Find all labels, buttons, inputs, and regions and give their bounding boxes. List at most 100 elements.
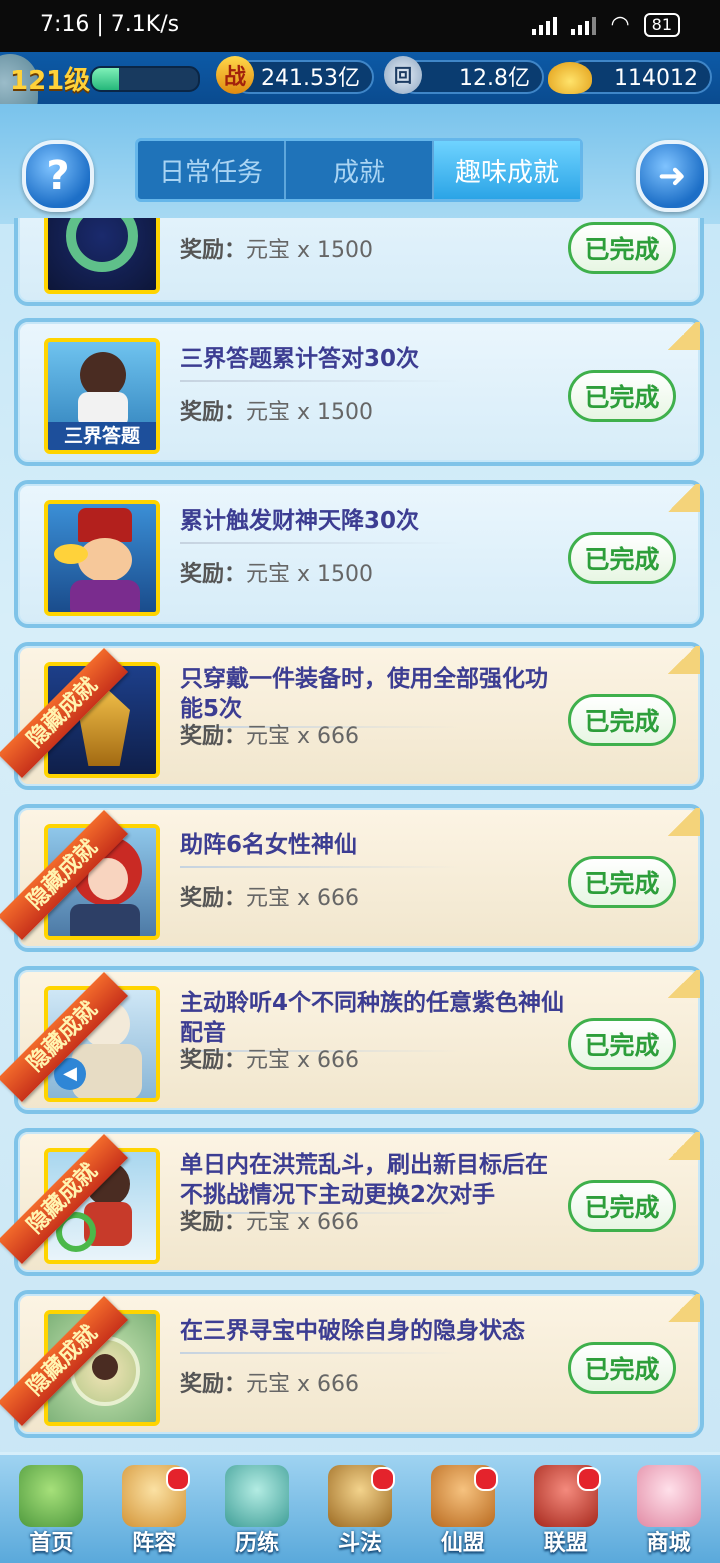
corner-ornament	[664, 484, 700, 512]
corner-ornament	[664, 1132, 700, 1160]
completed-button[interactable]: 已完成	[568, 1018, 676, 1070]
reward-value: 元宝 x 666	[246, 1048, 360, 1073]
reward-label: 奖励：	[180, 886, 247, 911]
nav-label: 阵容	[132, 1531, 177, 1556]
reward-label: 奖励：	[180, 1048, 247, 1073]
cell-signal-icon	[532, 15, 558, 35]
god-of-wealth-thumb	[44, 500, 160, 616]
corner-ornament	[664, 970, 700, 998]
reward-value: 元宝 x 666	[246, 1210, 360, 1235]
status-bar: 7:16 | 7.1K/s ◠ 81	[0, 0, 720, 52]
exp-bar	[90, 66, 200, 92]
nav-battle[interactable]: 斗法	[309, 1455, 412, 1563]
task-card: 奖励：元宝 x 1500 已完成	[14, 218, 704, 306]
reward-label: 奖励：	[180, 724, 247, 749]
task-card: 三界答题 三界答题累计答对30次 奖励：元宝 x 1500 已完成	[14, 318, 704, 466]
status-icons: ◠ 81	[532, 12, 680, 37]
robe-icon	[70, 580, 140, 612]
completed-button[interactable]: 已完成	[568, 370, 676, 422]
quiz-label: 三界答题	[48, 422, 156, 450]
task-reward: 奖励：元宝 x 666	[180, 880, 359, 912]
task-card: 累计触发财神天降30次 奖励：元宝 x 1500 已完成	[14, 480, 704, 628]
player-level: 121级	[10, 66, 91, 96]
task-title: 三界答题累计答对30次	[180, 346, 420, 372]
completed-button[interactable]: 已完成	[568, 856, 676, 908]
completed-button[interactable]: 已完成	[568, 532, 676, 584]
training-vase-icon	[225, 1465, 290, 1527]
task-title: 助阵6名女性神仙	[180, 832, 358, 858]
girl-head-icon	[92, 1354, 118, 1380]
back-button[interactable]: ➜	[636, 140, 708, 212]
home-island-icon	[19, 1465, 84, 1527]
reward-value: 元宝 x 1500	[246, 400, 374, 425]
corner-ornament	[664, 646, 700, 674]
reward-value: 元宝 x 666	[246, 886, 360, 911]
tab-achievements[interactable]: 成就	[286, 141, 434, 199]
reward-label: 奖励：	[180, 400, 247, 425]
task-reward: 奖励：元宝 x 1500	[180, 556, 373, 588]
tab-fun-achievements[interactable]: 趣味成就	[434, 141, 580, 199]
nav-label: 斗法	[337, 1531, 382, 1556]
notification-dot	[474, 1467, 499, 1491]
gold-ingot-icon	[548, 62, 592, 94]
quiz-girl-thumb: 三界答题	[44, 338, 160, 454]
task-reward: 奖励：元宝 x 1500	[180, 232, 373, 264]
help-icon: ?	[46, 153, 70, 199]
reward-value: 元宝 x 666	[246, 1372, 360, 1397]
bottom-nav: 首页 阵容 历练 斗法 仙盟 联盟 商城	[0, 1452, 720, 1563]
back-arrow-icon: ➜	[657, 156, 687, 196]
coin-icon: 回	[384, 56, 422, 94]
nav-alliance[interactable]: 联盟	[514, 1455, 617, 1563]
jade-swirl-icon	[66, 218, 138, 272]
reward-value: 元宝 x 666	[246, 724, 360, 749]
reward-label: 奖励：	[180, 238, 247, 263]
official-hat-icon	[78, 508, 132, 542]
reward-label: 奖励：	[180, 1210, 247, 1235]
coin-value: 12.8亿	[459, 66, 530, 91]
task-reward: 奖励：元宝 x 666	[180, 1366, 359, 1398]
ingot-value: 114012	[614, 66, 698, 91]
completed-button[interactable]: 已完成	[568, 1180, 676, 1232]
completed-button[interactable]: 已完成	[568, 1342, 676, 1394]
nav-home[interactable]: 首页	[0, 1455, 103, 1563]
status-time: 7:16 | 7.1K/s	[40, 12, 180, 37]
nav-label: 仙盟	[440, 1531, 485, 1556]
completed-button[interactable]: 已完成	[568, 222, 676, 274]
task-card-hidden: 隐藏成就 只穿戴一件装备时，使用全部强化功能5次 奖励：元宝 x 666 已完成	[0, 642, 704, 790]
reward-label: 奖励：	[180, 1372, 247, 1397]
task-reward: 奖励：元宝 x 666	[180, 718, 359, 750]
reward-label: 奖励：	[180, 562, 247, 587]
tab-daily-tasks[interactable]: 日常任务	[138, 141, 286, 199]
help-button[interactable]: ?	[22, 140, 94, 212]
title-divider	[180, 380, 460, 382]
task-reward: 奖励：元宝 x 666	[180, 1042, 359, 1074]
corner-ornament	[664, 1294, 700, 1322]
notification-dot	[371, 1467, 396, 1491]
nav-label: 联盟	[543, 1531, 588, 1556]
nav-guild[interactable]: 仙盟	[411, 1455, 514, 1563]
battle-power-icon: 战	[216, 56, 254, 94]
completed-button[interactable]: 已完成	[568, 694, 676, 746]
wifi-icon: ◠	[610, 12, 630, 37]
corner-ornament	[664, 808, 700, 836]
reward-value: 元宝 x 1500	[246, 562, 374, 587]
power-value: 241.53亿	[261, 66, 360, 91]
swirl-jade-thumb	[44, 218, 160, 294]
face-icon	[78, 538, 132, 582]
exp-bar-fill	[92, 68, 119, 90]
cell-signal-2-icon	[571, 15, 597, 35]
nav-training[interactable]: 历练	[206, 1455, 309, 1563]
nav-lineup[interactable]: 阵容	[103, 1455, 206, 1563]
task-title: 在三界寻宝中破除自身的隐身状态	[180, 1318, 525, 1344]
title-divider	[180, 866, 460, 868]
task-card-hidden: 隐藏成就 在三界寻宝中破除自身的隐身状态 奖励：元宝 x 666 已完成	[0, 1290, 704, 1438]
task-title: 累计触发财神天降30次	[180, 508, 420, 534]
notification-dot	[577, 1467, 602, 1491]
task-title: 主动聆听4个不同种族的任意紫色神仙配音	[180, 990, 565, 1046]
armor-icon	[70, 904, 140, 936]
title-divider	[180, 542, 460, 544]
task-list[interactable]: 奖励：元宝 x 1500 已完成 三界答题 三界答题累计答对30次 奖励：元宝 …	[0, 218, 720, 1452]
nav-shop[interactable]: 商城	[617, 1455, 720, 1563]
task-card-hidden: 隐藏成就 助阵6名女性神仙 奖励：元宝 x 666 已完成	[0, 804, 704, 952]
corner-ornament	[664, 322, 700, 350]
